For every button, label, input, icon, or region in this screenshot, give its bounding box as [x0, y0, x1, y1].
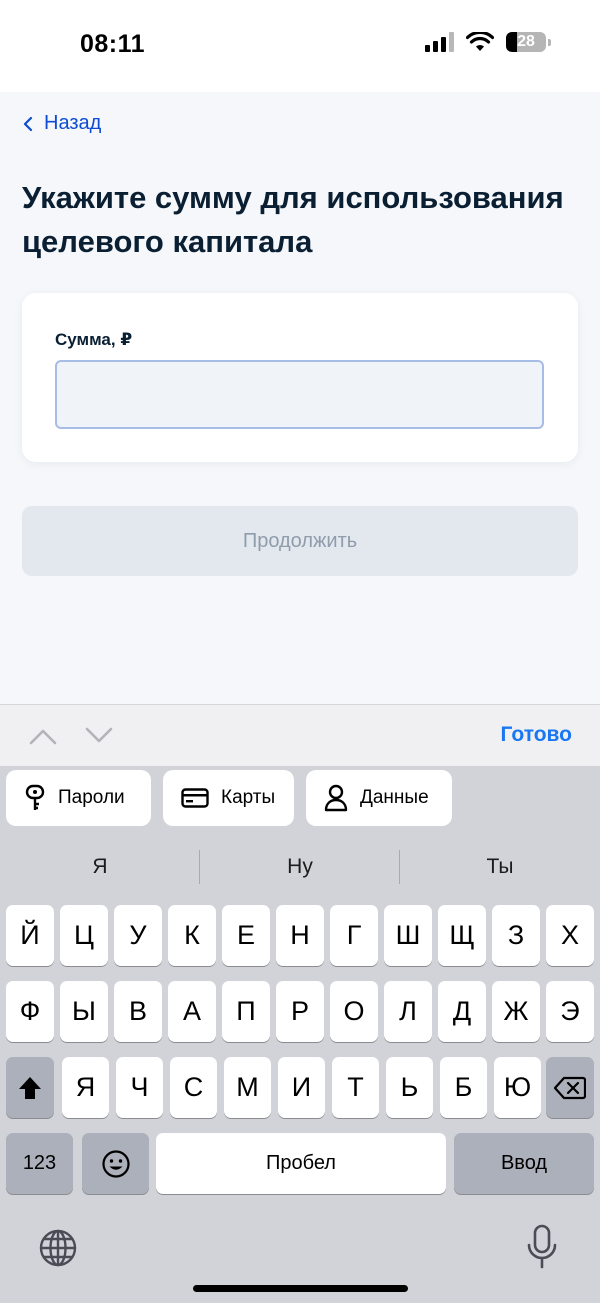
- letter-key[interactable]: Х: [546, 905, 594, 966]
- letter-key[interactable]: Щ: [438, 905, 486, 966]
- letter-key[interactable]: Ж: [492, 981, 540, 1042]
- letter-key[interactable]: Ю: [494, 1057, 541, 1118]
- letter-key[interactable]: М: [224, 1057, 271, 1118]
- wifi-icon: [466, 32, 494, 51]
- letter-key[interactable]: Ф: [6, 981, 54, 1042]
- shift-key[interactable]: [6, 1057, 54, 1118]
- letter-key[interactable]: Б: [440, 1057, 487, 1118]
- page-title: Укажите сумму для использования целевого…: [22, 180, 564, 259]
- battery-icon: 28: [506, 32, 551, 52]
- autofill-bar: Пароли Карты Данные: [0, 770, 600, 826]
- emoji-key[interactable]: [82, 1133, 149, 1194]
- letter-key[interactable]: Ы: [60, 981, 108, 1042]
- letter-key[interactable]: Д: [438, 981, 486, 1042]
- shift-icon: [19, 1076, 41, 1099]
- suggestion-3[interactable]: Ты: [400, 842, 600, 892]
- letter-key[interactable]: И: [278, 1057, 325, 1118]
- letter-key[interactable]: Л: [384, 981, 432, 1042]
- backspace-key[interactable]: [546, 1057, 594, 1118]
- chevron-left-icon: [23, 116, 33, 131]
- numbers-key[interactable]: 123: [6, 1133, 73, 1194]
- continue-button[interactable]: Продолжить: [22, 506, 578, 576]
- autofill-contacts-label: Данные: [360, 787, 429, 808]
- letter-key[interactable]: Т: [332, 1057, 379, 1118]
- letter-key[interactable]: К: [168, 905, 216, 966]
- status-time: 08:11: [80, 30, 146, 58]
- space-key[interactable]: Пробел: [156, 1133, 446, 1194]
- status-bar: 08:11 28: [0, 0, 600, 92]
- battery-percentage: 28: [517, 33, 535, 50]
- letter-key[interactable]: С: [170, 1057, 217, 1118]
- key-icon: [25, 784, 45, 810]
- enter-key[interactable]: Ввод: [454, 1133, 594, 1194]
- letter-key[interactable]: Ш: [384, 905, 432, 966]
- letter-key[interactable]: Е: [222, 905, 270, 966]
- keyboard: Пароли Карты Данные Я Ну Ты ЙЦУКЕНГШЩЗХ Ф…: [0, 766, 600, 1303]
- keyboard-toolbar: Готово: [0, 704, 600, 766]
- cellular-signal-icon: [425, 32, 454, 52]
- letter-key[interactable]: Й: [6, 905, 54, 966]
- letter-key[interactable]: А: [168, 981, 216, 1042]
- letter-key[interactable]: Г: [330, 905, 378, 966]
- person-icon: [324, 784, 348, 812]
- chevron-up-icon[interactable]: [28, 725, 58, 747]
- letter-key[interactable]: Н: [276, 905, 324, 966]
- letter-key[interactable]: У: [114, 905, 162, 966]
- letter-key[interactable]: П: [222, 981, 270, 1042]
- back-label: Назад: [44, 112, 102, 134]
- amount-card: Сумма, ₽: [22, 293, 578, 462]
- autofill-cards-label: Карты: [221, 787, 276, 808]
- globe-icon[interactable]: [38, 1228, 78, 1268]
- letter-key[interactable]: Я: [62, 1057, 109, 1118]
- letter-key[interactable]: Ь: [386, 1057, 433, 1118]
- autofill-passwords[interactable]: Пароли: [6, 770, 151, 826]
- autofill-cards[interactable]: Карты: [163, 770, 294, 826]
- backspace-icon: [554, 1076, 586, 1099]
- status-icons: 28: [425, 32, 551, 52]
- autofill-passwords-label: Пароли: [58, 787, 125, 808]
- chevron-down-icon[interactable]: [84, 725, 114, 747]
- letter-key[interactable]: Ч: [116, 1057, 163, 1118]
- home-indicator[interactable]: [193, 1285, 408, 1292]
- letter-key[interactable]: Э: [546, 981, 594, 1042]
- emoji-icon: [101, 1149, 130, 1178]
- letter-key[interactable]: В: [114, 981, 162, 1042]
- suggestion-bar: Я Ну Ты: [0, 842, 600, 892]
- suggestion-2[interactable]: Ну: [200, 842, 400, 892]
- amount-label: Сумма, ₽: [55, 330, 133, 349]
- letter-key[interactable]: Р: [276, 981, 324, 1042]
- microphone-icon[interactable]: [526, 1224, 558, 1270]
- autofill-contacts[interactable]: Данные: [306, 770, 452, 826]
- letter-key[interactable]: Ц: [60, 905, 108, 966]
- back-button[interactable]: Назад: [22, 112, 101, 135]
- suggestion-1[interactable]: Я: [0, 842, 200, 892]
- credit-card-icon: [181, 788, 209, 808]
- done-button[interactable]: Готово: [501, 723, 572, 747]
- amount-input[interactable]: [55, 360, 544, 429]
- letter-key[interactable]: О: [330, 981, 378, 1042]
- letter-key[interactable]: З: [492, 905, 540, 966]
